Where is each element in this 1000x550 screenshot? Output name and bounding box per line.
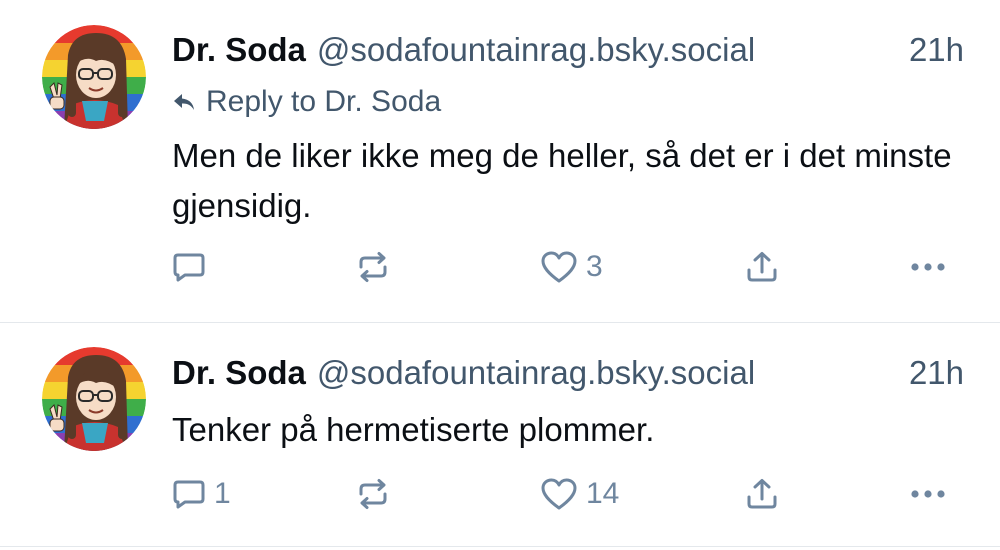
speech-bubble-icon bbox=[173, 480, 205, 509]
ellipsis-icon bbox=[911, 263, 945, 271]
post-text: Men de liker ikke meg de heller, så det … bbox=[172, 137, 952, 224]
like-button[interactable]: 14 bbox=[540, 469, 619, 519]
author-handle[interactable]: @sodafountainrag.bsky.social bbox=[317, 351, 755, 395]
more-options-button[interactable] bbox=[910, 242, 946, 292]
post-text: Tenker på hermetiserte plommer. bbox=[172, 411, 655, 448]
speech-bubble-icon bbox=[173, 253, 205, 282]
repost-arrows-icon bbox=[359, 252, 387, 282]
repost-arrows-icon bbox=[359, 479, 387, 509]
reply-arrow-icon bbox=[174, 94, 194, 110]
share-button[interactable] bbox=[745, 242, 779, 292]
like-button[interactable]: 3 bbox=[540, 242, 603, 292]
heart-icon bbox=[541, 478, 577, 510]
post-actions: 1 14 bbox=[0, 469, 1000, 519]
like-count: 3 bbox=[586, 250, 603, 283]
share-button[interactable] bbox=[745, 469, 779, 519]
like-count: 14 bbox=[586, 477, 620, 510]
reply-to-label[interactable]: Reply to Dr. Soda bbox=[206, 85, 441, 119]
post-card[interactable]: Dr. Soda @sodafountainrag.bsky.social 21… bbox=[0, 0, 1000, 322]
author-handle[interactable]: @sodafountainrag.bsky.social bbox=[317, 28, 755, 72]
post-header: Dr. Soda @sodafountainrag.bsky.social 21… bbox=[172, 28, 972, 72]
post-actions: 3 bbox=[0, 242, 1000, 292]
post-header: Dr. Soda @sodafountainrag.bsky.social 21… bbox=[172, 351, 972, 395]
author-name[interactable]: Dr. Soda bbox=[172, 351, 306, 395]
ellipsis-icon bbox=[911, 490, 945, 498]
post-timestamp[interactable]: 21h bbox=[909, 28, 964, 72]
share-upload-icon bbox=[747, 252, 777, 282]
post-card[interactable]: Dr. Soda @sodafountainrag.bsky.social 21… bbox=[0, 322, 1000, 548]
repost-button[interactable] bbox=[355, 242, 391, 292]
reply-button[interactable] bbox=[172, 242, 214, 292]
divider bbox=[0, 546, 1000, 547]
avatar[interactable] bbox=[42, 347, 146, 451]
author-name[interactable]: Dr. Soda bbox=[172, 28, 306, 72]
heart-icon bbox=[541, 251, 577, 283]
avatar[interactable] bbox=[42, 25, 146, 129]
share-upload-icon bbox=[747, 479, 777, 509]
reply-button[interactable]: 1 bbox=[172, 469, 231, 519]
reply-indicator[interactable]: Reply to Dr. Soda bbox=[172, 82, 441, 122]
more-options-button[interactable] bbox=[910, 469, 946, 519]
reply-count: 1 bbox=[214, 477, 231, 510]
post-timestamp[interactable]: 21h bbox=[909, 351, 964, 395]
repost-button[interactable] bbox=[355, 469, 391, 519]
